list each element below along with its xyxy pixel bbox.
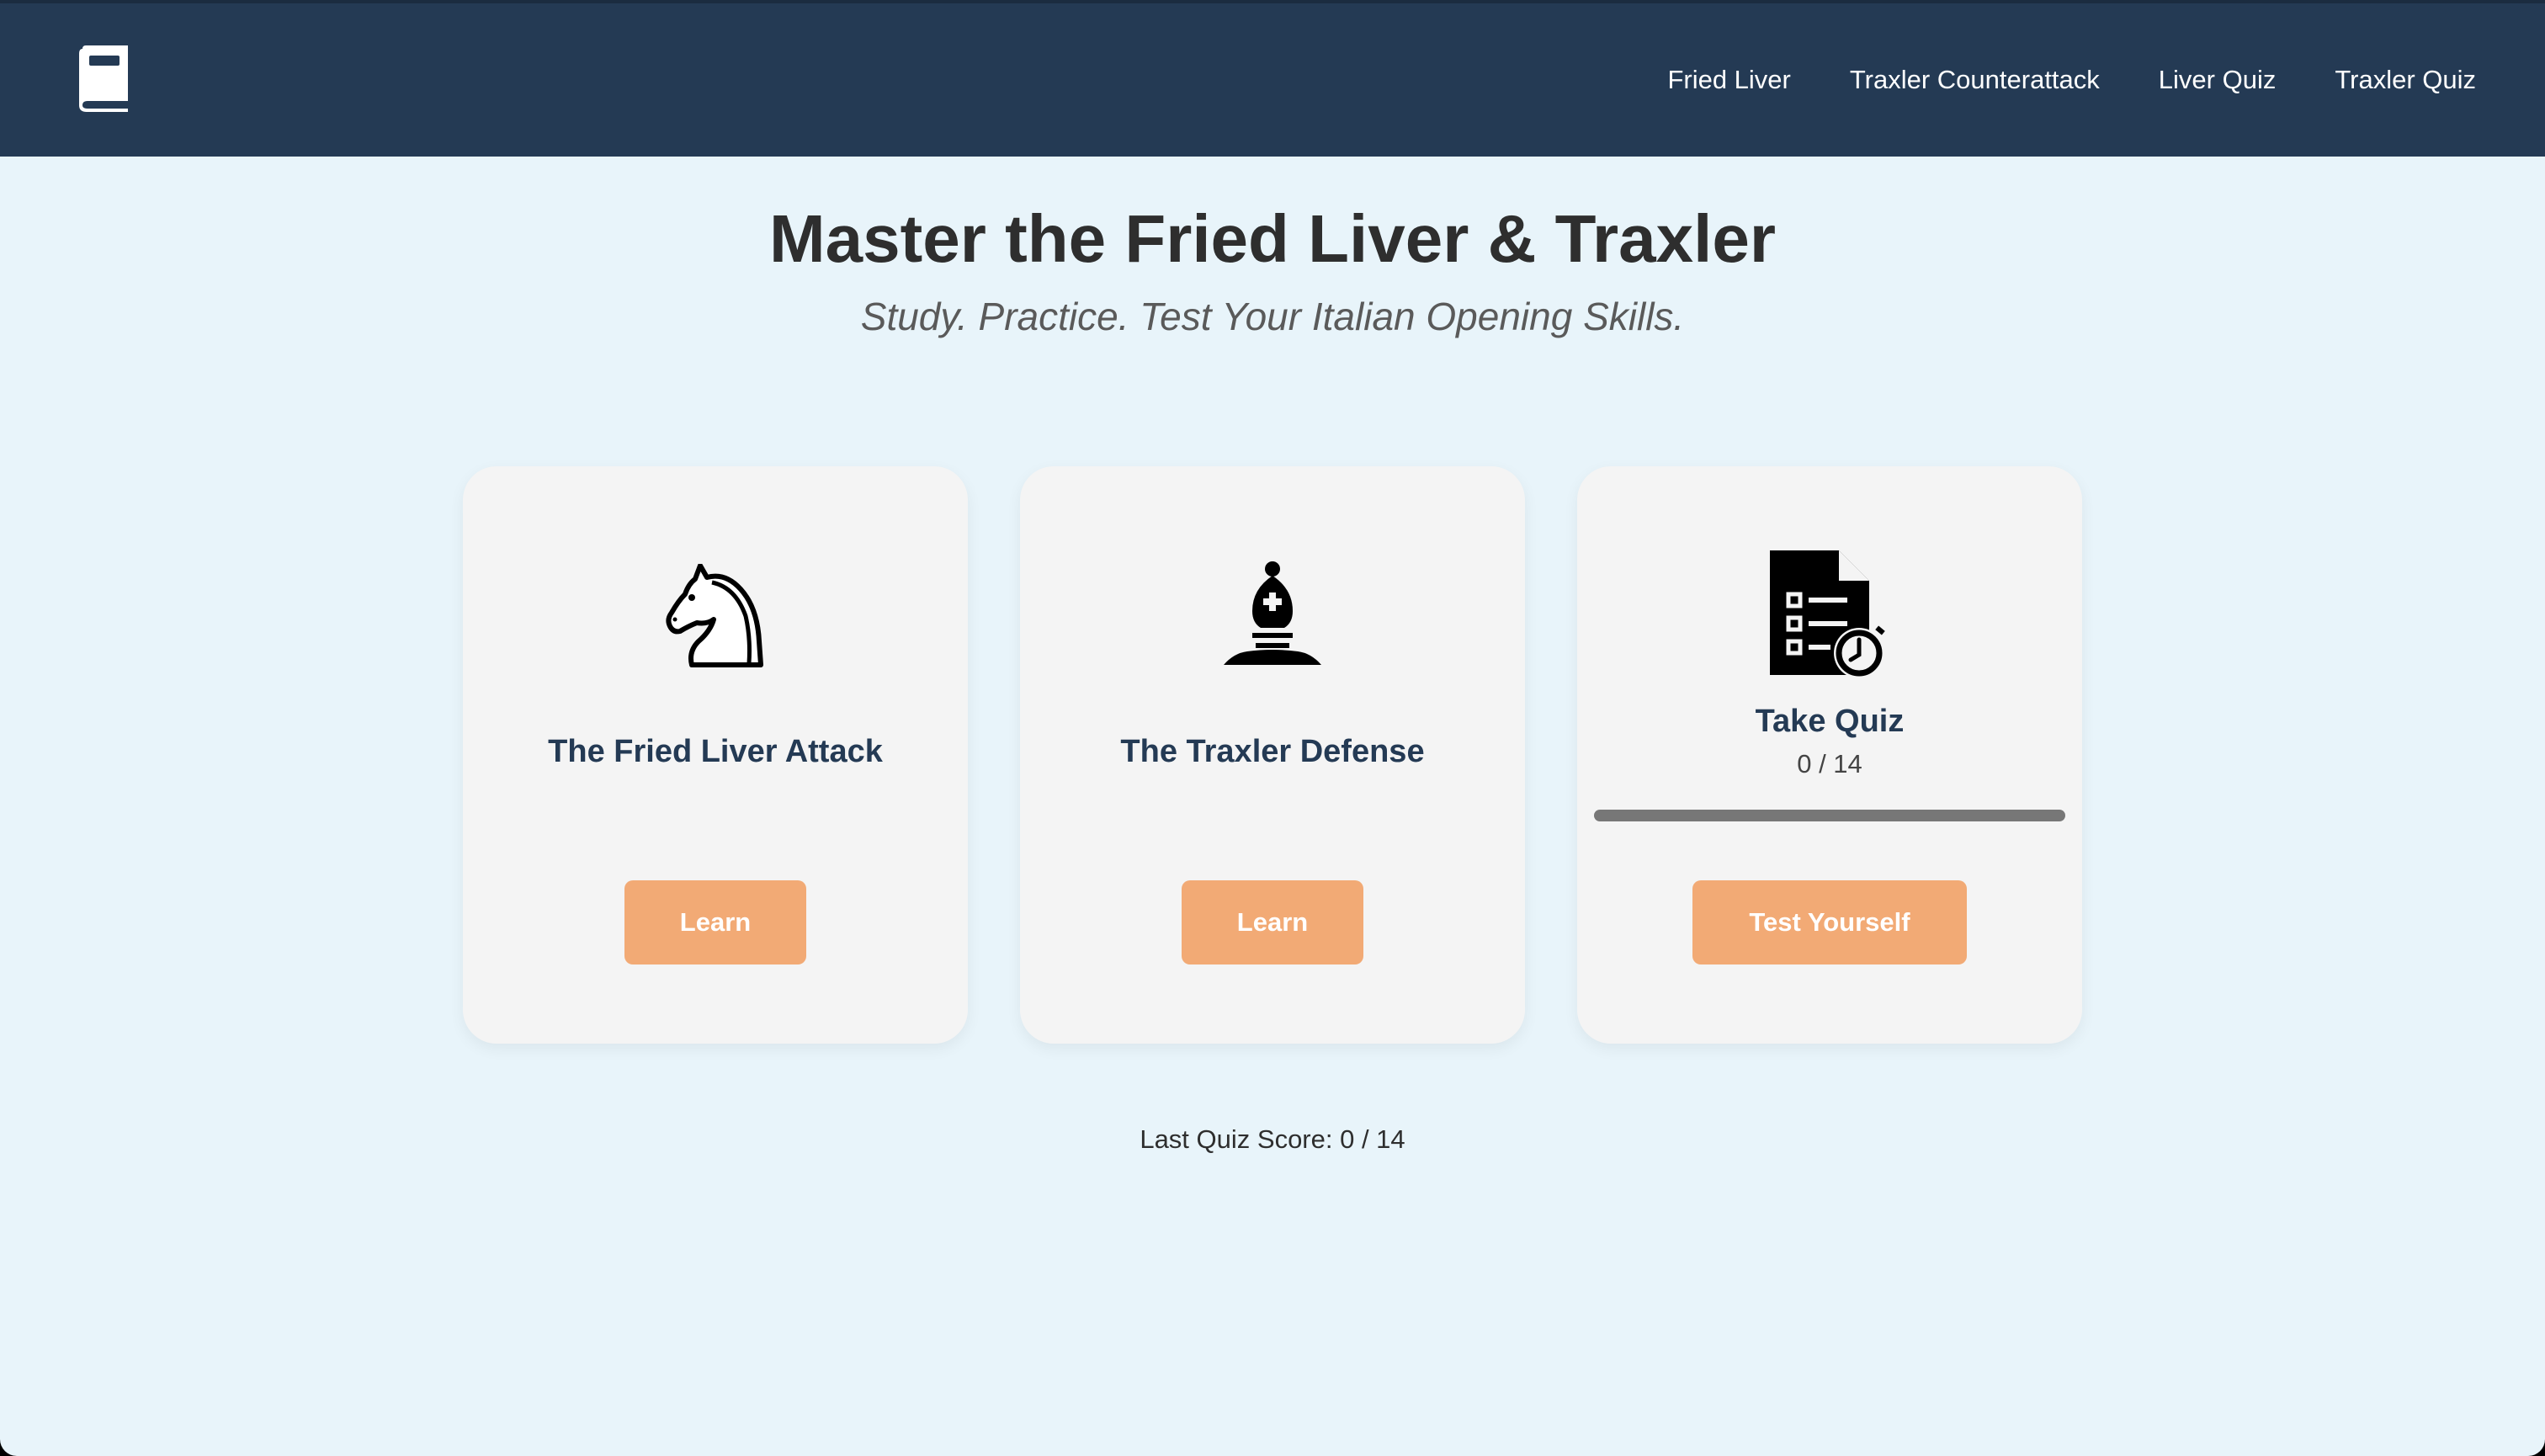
navbar: Fried Liver Traxler Counterattack Liver …: [0, 0, 2545, 157]
quiz-progress-text: 0 / 14: [1797, 749, 1862, 778]
quiz-progress-bar: [1594, 810, 2065, 821]
nav-link-traxler-quiz[interactable]: Traxler Quiz: [2335, 65, 2476, 95]
nav-link-traxler-counterattack[interactable]: Traxler Counterattack: [1850, 65, 2100, 95]
nav-links: Fried Liver Traxler Counterattack Liver …: [1667, 3, 2476, 157]
card-traxler: The Traxler Defense Learn: [1020, 466, 1525, 1044]
page-title: Master the Fried Liver & Traxler: [768, 201, 1776, 276]
card-title: The Fried Liver Attack: [548, 734, 883, 769]
chess-knight-icon: [663, 563, 768, 670]
chess-bishop-icon: [1219, 561, 1326, 670]
learn-traxler-button[interactable]: Learn: [1182, 880, 1363, 964]
last-quiz-score: Last Quiz Score: 0 / 14: [1140, 1124, 1405, 1154]
card-title: The Traxler Defense: [1120, 734, 1425, 769]
card-fried-liver: The Fried Liver Attack Learn: [463, 466, 968, 1044]
page-subtitle: Study. Practice. Test Your Italian Openi…: [860, 295, 1685, 338]
card-title: Take Quiz: [1755, 704, 1905, 739]
nav-link-fried-liver[interactable]: Fried Liver: [1667, 65, 1790, 95]
quiz-timer-icon: [1770, 550, 1889, 683]
book-icon[interactable]: [77, 45, 131, 113]
nav-link-liver-quiz[interactable]: Liver Quiz: [2159, 65, 2277, 95]
learn-fried-liver-button[interactable]: Learn: [624, 880, 806, 964]
test-yourself-button[interactable]: Test Yourself: [1692, 880, 1967, 964]
card-quiz: Take Quiz 0 / 14 Test Yourself: [1577, 466, 2082, 1044]
app-window: Fried Liver Traxler Counterattack Liver …: [0, 0, 2545, 1456]
